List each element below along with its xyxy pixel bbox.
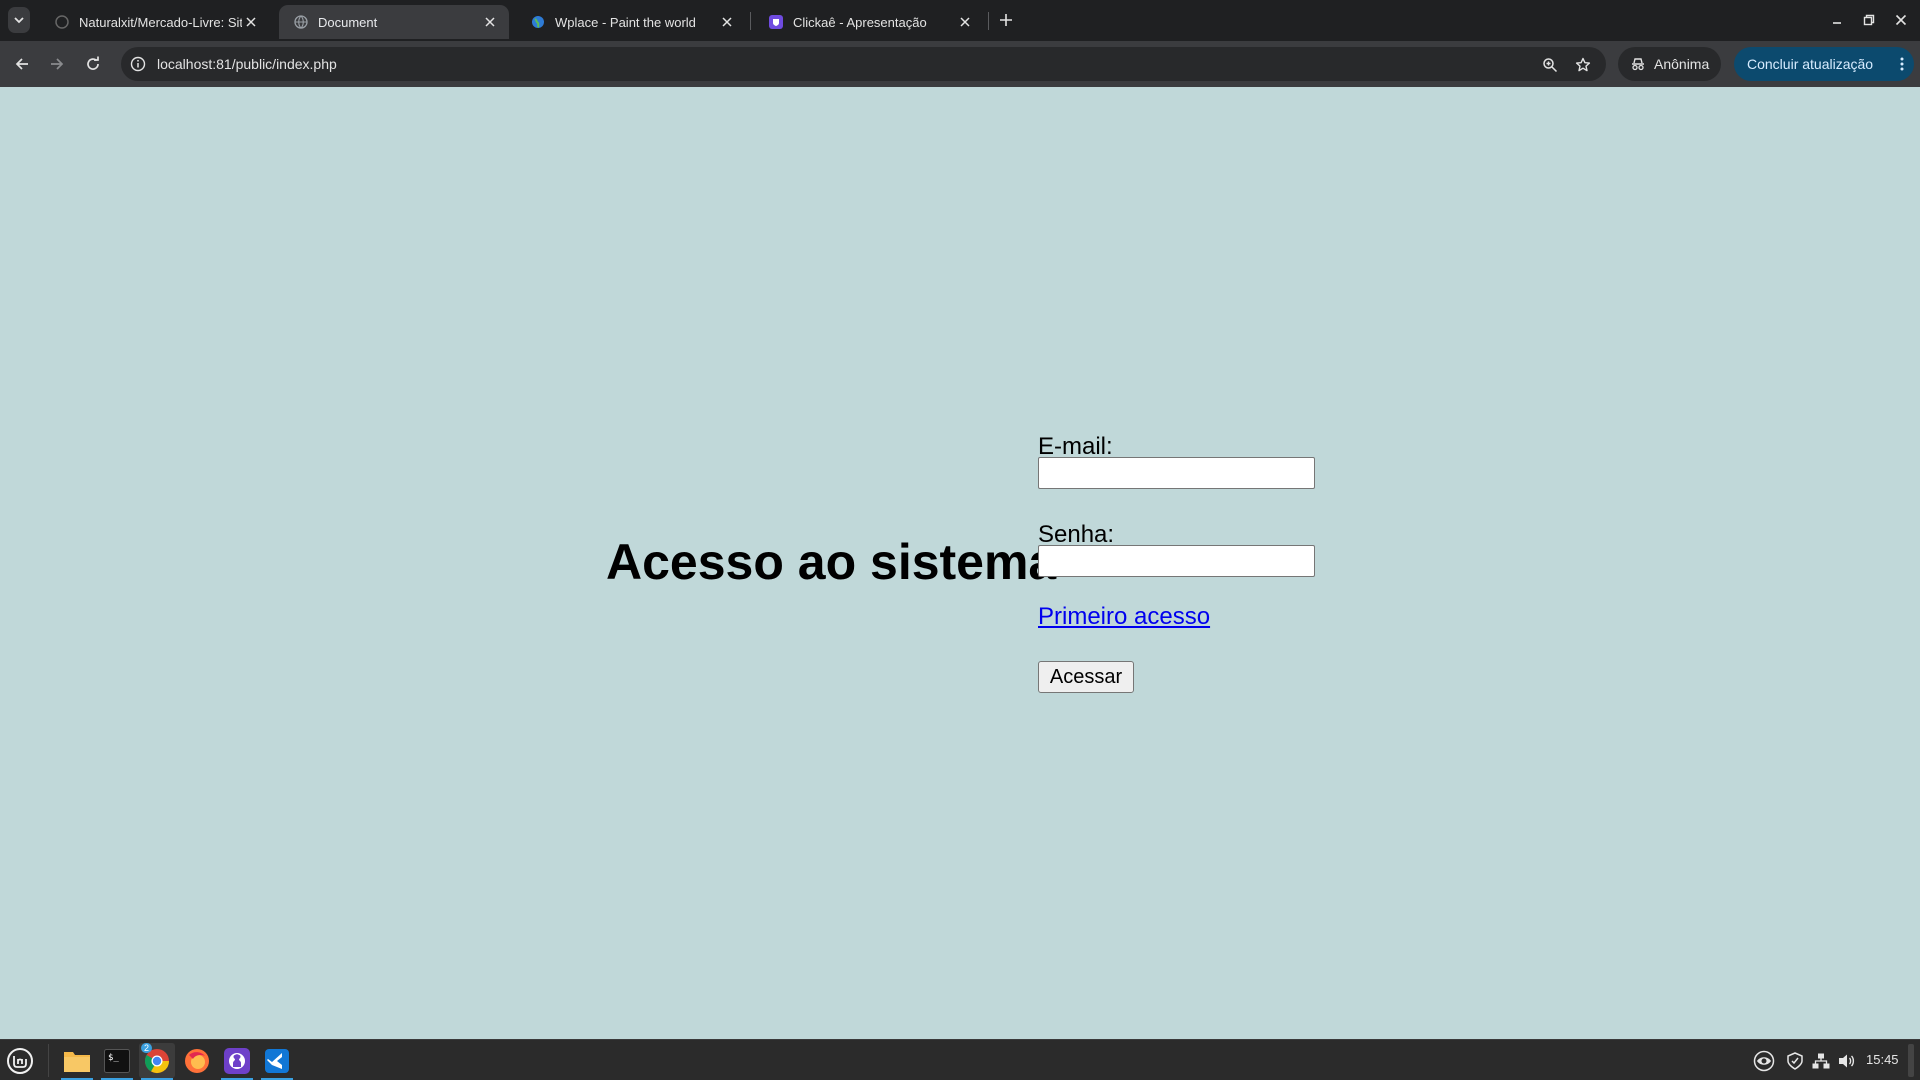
close-tab-icon[interactable] (718, 13, 736, 31)
taskbar-separator (48, 1044, 49, 1077)
browser-toolbar: localhost:81/public/index.php Anônima Co… (0, 41, 1920, 87)
tab-clickae[interactable]: Clickaê - Apresentação (754, 5, 984, 39)
mint-logo-icon (7, 1048, 33, 1074)
email-field[interactable] (1038, 457, 1315, 489)
minimize-button[interactable] (1826, 9, 1848, 31)
bookmark-star-icon[interactable] (1573, 55, 1593, 75)
tab-title: Naturalxit/Mercado-Livre: Sit (79, 14, 242, 30)
tab-mercado-livre[interactable]: Naturalxit/Mercado-Livre: Sit (40, 5, 270, 39)
plus-icon (1000, 14, 1012, 26)
new-tab-button[interactable] (995, 9, 1017, 31)
update-button[interactable]: Concluir atualização (1734, 47, 1914, 81)
page-title: Acesso ao sistema (606, 534, 1057, 590)
show-desktop-button[interactable] (1908, 1044, 1914, 1077)
back-button[interactable] (9, 51, 35, 77)
kebab-menu-icon[interactable] (1900, 56, 1904, 72)
github-desktop-launcher[interactable] (219, 1043, 255, 1080)
close-tab-icon[interactable] (242, 13, 260, 31)
vscode-icon (265, 1048, 289, 1073)
url-text: localhost:81/public/index.php (157, 56, 337, 72)
zoom-icon[interactable] (1540, 55, 1560, 75)
tab-title: Wplace - Paint the world (555, 14, 696, 30)
tab-strip: Naturalxit/Mercado-Livre: Sit Document W… (0, 0, 1920, 41)
arrow-left-icon (15, 58, 28, 70)
start-menu-button[interactable] (5, 1046, 35, 1076)
eye-tray-icon[interactable] (1753, 1050, 1775, 1072)
globe-icon (293, 14, 309, 30)
window-count-badge: 2 (141, 1043, 153, 1053)
submit-button[interactable]: Acessar (1038, 661, 1134, 693)
close-tab-icon[interactable] (956, 13, 974, 31)
address-bar[interactable]: localhost:81/public/index.php (121, 47, 1606, 81)
tab-title: Document (318, 14, 378, 30)
close-tab-icon[interactable] (481, 13, 499, 31)
shield-tray-icon[interactable] (1784, 1050, 1806, 1072)
tab-title: Clickaê - Apresentação (793, 14, 927, 30)
page-viewport: Acesso ao sistema E-mail: Senha: Primeir… (0, 87, 1920, 1039)
forward-button[interactable] (44, 51, 70, 77)
github-favicon-icon (54, 14, 70, 30)
chevron-down-icon (14, 17, 24, 24)
volume-tray-icon[interactable] (1836, 1050, 1858, 1072)
reload-icon (87, 56, 99, 70)
reload-button[interactable] (80, 51, 106, 77)
earth-icon (530, 14, 546, 30)
clock[interactable]: 15:45 (1866, 1052, 1899, 1067)
incognito-indicator[interactable]: Anônima (1618, 47, 1722, 81)
tab-separator (988, 12, 989, 30)
vscode-launcher[interactable] (259, 1043, 295, 1080)
terminal-launcher[interactable]: $_ (99, 1043, 135, 1080)
github-desktop-icon (224, 1047, 250, 1074)
tab-search-button[interactable] (8, 7, 30, 33)
firefox-icon (185, 1048, 209, 1073)
folder-icon (64, 1051, 90, 1072)
restore-button[interactable] (1858, 9, 1880, 31)
first-access-link[interactable]: Primeiro acesso (1038, 603, 1210, 631)
close-icon (1895, 14, 1907, 26)
incognito-icon (1630, 56, 1646, 72)
arrow-right-icon (51, 58, 64, 70)
chrome-launcher[interactable]: 2 (139, 1043, 175, 1080)
close-window-button[interactable] (1890, 9, 1912, 31)
taskbar: $_ 2 15:45 (0, 1039, 1920, 1080)
file-manager-launcher[interactable] (59, 1043, 95, 1080)
incognito-label: Anônima (1654, 56, 1710, 72)
tab-wplace[interactable]: Wplace - Paint the world (516, 5, 746, 39)
shield-logo-icon (768, 14, 784, 30)
restore-icon (1863, 14, 1875, 26)
terminal-icon: $_ (104, 1048, 130, 1073)
password-field[interactable] (1038, 545, 1315, 577)
tab-document[interactable]: Document (279, 5, 509, 39)
minimize-icon (1833, 22, 1841, 24)
update-label: Concluir atualização (1747, 56, 1874, 72)
firefox-launcher[interactable] (179, 1043, 215, 1078)
tab-separator (750, 12, 751, 30)
svg-text:$_: $_ (108, 1053, 119, 1063)
site-info-icon[interactable] (129, 55, 147, 73)
network-tray-icon[interactable] (1810, 1050, 1832, 1072)
